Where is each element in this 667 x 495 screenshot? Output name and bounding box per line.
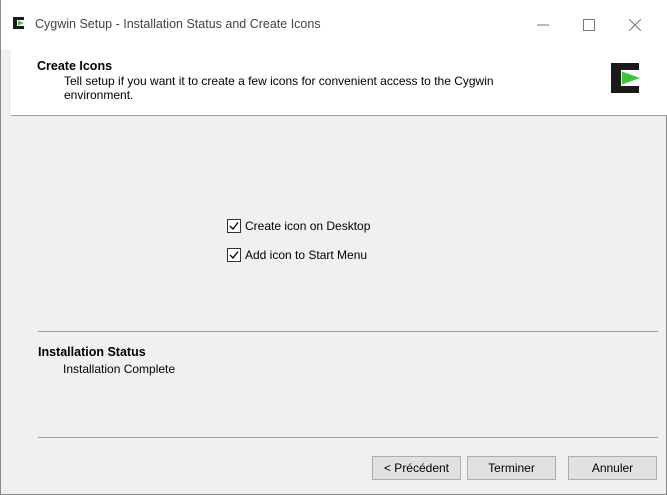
checkmark-icon bbox=[229, 222, 239, 230]
minimize-icon bbox=[537, 24, 549, 26]
setup-window: Cygwin Setup - Installation Status and C… bbox=[0, 0, 667, 495]
cygwin-logo-icon bbox=[13, 17, 24, 29]
close-button[interactable] bbox=[612, 0, 658, 50]
start-menu-option[interactable]: Add icon to Start Menu bbox=[227, 248, 367, 262]
page-header: Create Icons Tell setup if you want it t… bbox=[11, 50, 667, 116]
desktop-icon-checkbox[interactable] bbox=[227, 219, 241, 233]
maximize-icon bbox=[583, 19, 595, 31]
checkmark-icon bbox=[229, 251, 239, 259]
finish-button[interactable]: Terminer bbox=[467, 456, 556, 480]
page-title: Create Icons bbox=[37, 59, 113, 73]
desktop-icon-label: Create icon on Desktop bbox=[245, 219, 371, 233]
desktop-icon-option[interactable]: Create icon on Desktop bbox=[227, 219, 370, 233]
status-title: Installation Status bbox=[38, 345, 146, 359]
close-icon bbox=[629, 19, 641, 31]
title-bar[interactable]: Cygwin Setup - Installation Status and C… bbox=[1, 0, 667, 50]
button-divider bbox=[38, 437, 658, 438]
start-menu-checkbox[interactable] bbox=[227, 248, 241, 262]
cancel-button[interactable]: Annuler bbox=[568, 456, 657, 480]
status-divider bbox=[38, 331, 658, 332]
minimize-button[interactable] bbox=[520, 0, 566, 50]
cygwin-logo-icon bbox=[611, 63, 640, 93]
start-menu-label: Add icon to Start Menu bbox=[245, 248, 368, 262]
window-title: Cygwin Setup - Installation Status and C… bbox=[35, 17, 321, 31]
back-button[interactable]: < Précédent bbox=[372, 456, 461, 480]
status-text: Installation Complete bbox=[63, 362, 176, 376]
maximize-button[interactable] bbox=[566, 0, 612, 50]
page-description: Tell setup if you want it to create a fe… bbox=[64, 74, 494, 102]
